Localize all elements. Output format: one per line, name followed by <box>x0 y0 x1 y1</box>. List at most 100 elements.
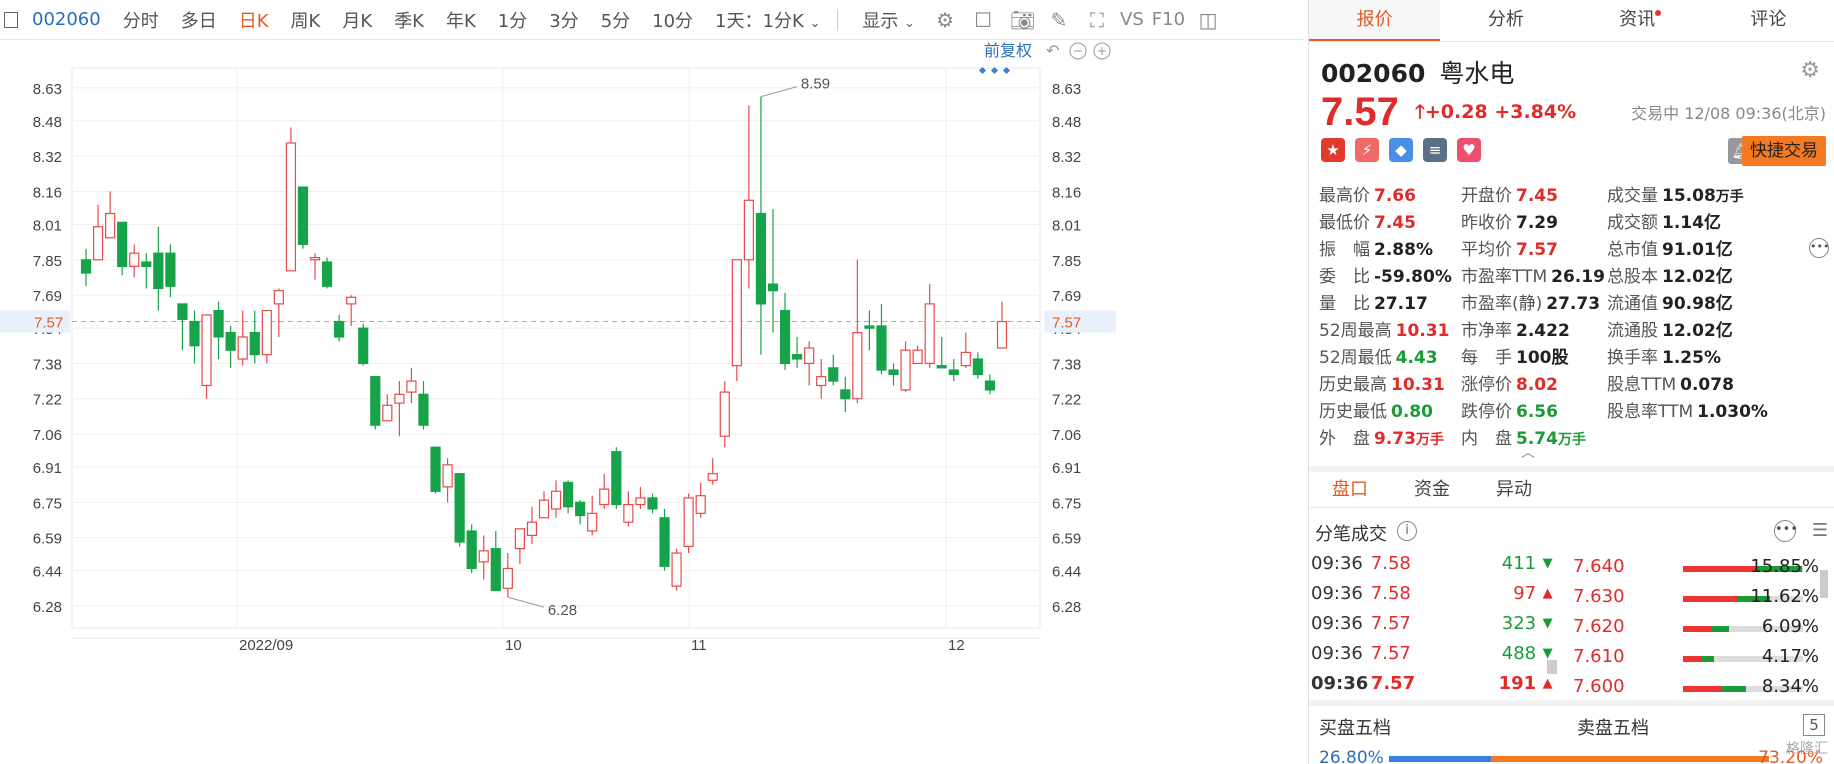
lightning-icon[interactable]: ⚡︎ <box>1355 138 1379 162</box>
more-options-icon[interactable]: ••• <box>1774 520 1798 542</box>
candle-body[interactable] <box>791 354 803 360</box>
candle-body[interactable] <box>707 473 718 481</box>
candle-body[interactable] <box>129 252 140 268</box>
candle-body[interactable] <box>912 349 923 365</box>
panel-toggle-icon[interactable]: ◫ <box>1197 9 1219 31</box>
display-menu[interactable]: 显示 ⌄ <box>862 7 915 33</box>
candle-body[interactable] <box>105 212 116 239</box>
candle-body[interactable] <box>779 309 791 365</box>
candle-body[interactable] <box>478 550 489 563</box>
candle-body[interactable] <box>659 517 670 567</box>
expand-chevron-icon[interactable]: ︿ <box>1521 442 1535 462</box>
pencil-icon[interactable]: ✎ <box>1048 9 1070 31</box>
quick-trade-button[interactable]: 快捷交易 <box>1742 136 1826 166</box>
candle-body[interactable] <box>237 336 248 360</box>
period-tab[interactable]: 3分 <box>549 7 578 33</box>
candle-body[interactable] <box>924 303 935 365</box>
candle-body[interactable] <box>623 503 634 523</box>
candle-body[interactable] <box>346 296 357 305</box>
undo-icon[interactable]: ↶ <box>1046 41 1059 60</box>
candle-body[interactable] <box>382 404 393 422</box>
candle-body[interactable] <box>249 331 260 356</box>
panel-tab[interactable]: 分析 <box>1440 0 1571 41</box>
candle-body[interactable] <box>514 528 525 550</box>
candle-body[interactable] <box>321 261 333 287</box>
candle-body[interactable] <box>490 548 501 592</box>
candle-body[interactable] <box>153 252 164 290</box>
candle-body[interactable] <box>840 389 851 400</box>
candle-body[interactable] <box>683 497 694 548</box>
candle-body[interactable] <box>406 380 417 393</box>
period-select[interactable]: 1天：1分K ⌄ <box>715 7 820 33</box>
camera-icon[interactable]: 📷︎ <box>1010 9 1035 31</box>
candle-body[interactable] <box>442 464 453 488</box>
dist-scrollbar[interactable] <box>1820 570 1828 598</box>
f10-button[interactable]: F10 <box>1152 9 1185 30</box>
candle-body[interactable] <box>599 488 610 506</box>
candle-body[interactable] <box>731 259 742 367</box>
candle-body[interactable] <box>695 495 706 514</box>
candle-body[interactable] <box>273 290 284 305</box>
candle-body[interactable] <box>960 351 971 367</box>
candle-body[interactable] <box>587 512 598 532</box>
note-icon[interactable]: ≡ <box>1423 138 1447 162</box>
sub-tab[interactable]: 资金 <box>1391 472 1473 507</box>
panel-tab[interactable]: 资讯 <box>1572 0 1703 41</box>
candle-body[interactable] <box>816 376 827 387</box>
candle-body[interactable] <box>635 497 646 506</box>
info-icon[interactable]: i <box>1397 521 1417 541</box>
candle-body[interactable] <box>743 199 754 261</box>
candle-body[interactable] <box>864 325 875 329</box>
candle-body[interactable] <box>550 490 562 510</box>
vs-button[interactable]: VS <box>1120 9 1144 30</box>
candle-body[interactable] <box>719 391 730 437</box>
sub-tab[interactable]: 异动 <box>1473 472 1555 507</box>
period-tab[interactable]: 日K <box>239 7 269 33</box>
candle-body[interactable] <box>804 347 815 365</box>
candle-body[interactable] <box>394 393 405 404</box>
candle-body[interactable] <box>575 501 586 517</box>
candle-body[interactable] <box>671 552 682 587</box>
candle-body[interactable] <box>370 376 381 426</box>
candle-body[interactable] <box>285 142 297 272</box>
heart-icon[interactable]: ♥ <box>1457 138 1481 162</box>
china-flag-icon[interactable]: ★ <box>1321 138 1345 162</box>
period-tab[interactable]: 1分 <box>498 7 527 33</box>
draw-rect-icon[interactable]: ☐ <box>972 9 994 31</box>
sub-tab[interactable]: 盘口 <box>1309 472 1391 507</box>
candle-body[interactable] <box>876 325 887 371</box>
period-tab[interactable]: 周K <box>291 7 321 33</box>
candle-body[interactable] <box>213 309 224 338</box>
period-tab[interactable]: 月K <box>342 7 372 33</box>
candle-body[interactable] <box>117 221 128 268</box>
candle-body[interactable] <box>466 530 477 570</box>
candle-body[interactable] <box>297 186 309 245</box>
candle-body[interactable] <box>334 320 345 338</box>
candle-body[interactable] <box>502 567 513 589</box>
candle-body[interactable] <box>647 497 658 510</box>
stock-code-link[interactable]: 002060 <box>32 9 101 30</box>
gear-icon[interactable]: ⚙ <box>1800 58 1820 83</box>
candle-body[interactable] <box>526 521 538 537</box>
candle-body[interactable] <box>936 365 947 369</box>
layout-icon[interactable]: ☰ <box>1812 520 1828 541</box>
period-tab[interactable]: 年K <box>446 7 476 33</box>
candle-body[interactable] <box>418 393 429 426</box>
period-tab[interactable]: 多日 <box>181 7 217 33</box>
candle-body[interactable] <box>828 367 839 382</box>
candle-body[interactable] <box>309 257 321 261</box>
candle-body[interactable] <box>563 481 574 508</box>
candle-body[interactable] <box>141 261 152 268</box>
candle-body[interactable] <box>948 369 959 376</box>
settings-icon[interactable]: ⚙ <box>934 9 956 31</box>
candle-body[interactable] <box>852 331 863 400</box>
candle-body[interactable] <box>538 499 550 519</box>
candle-body[interactable] <box>201 314 212 387</box>
candle-body[interactable] <box>80 259 92 274</box>
tick-scrollbar[interactable] <box>1547 660 1557 674</box>
panel-tab[interactable]: 评论 <box>1703 0 1834 41</box>
candle-body[interactable] <box>972 358 983 376</box>
period-tab[interactable]: 5分 <box>601 7 630 33</box>
period-tab[interactable]: 季K <box>394 7 424 33</box>
candle-body[interactable] <box>996 320 1008 349</box>
